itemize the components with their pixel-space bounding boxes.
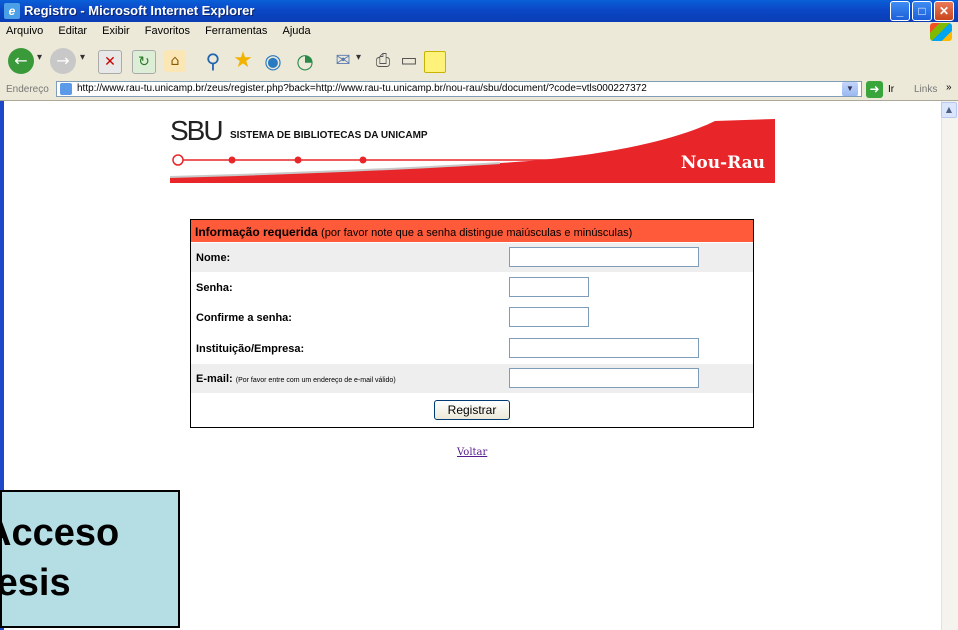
messenger-note-icon[interactable] — [424, 51, 446, 73]
back-icon[interactable]: ← — [8, 48, 34, 74]
title-bar: e Registro - Microsoft Internet Explorer… — [0, 0, 958, 22]
vertical-scrollbar[interactable]: ▲ — [941, 101, 958, 630]
page-viewport: ▲ SBU SISTEMA DE BIBLIOTECAS DA UNICAMP … — [0, 101, 958, 630]
row-instituicao: Instituição/Empresa: — [191, 334, 753, 363]
address-label: Endereço — [6, 84, 49, 95]
mail-icon[interactable]: ✉ — [330, 48, 356, 74]
label-nome: Nome: — [196, 252, 231, 264]
window-title: Registro - Microsoft Internet Explorer — [24, 3, 255, 18]
stop-icon[interactable]: ✕ — [98, 50, 122, 74]
close-button[interactable]: ✕ — [934, 1, 954, 21]
sbu-banner: SBU SISTEMA DE BIBLIOTECAS DA UNICAMP No… — [170, 113, 775, 183]
registration-form: Informação requerida (por favor note que… — [190, 219, 754, 428]
label-senha: Senha: — [196, 282, 233, 294]
senha-input[interactable] — [509, 277, 589, 297]
menu-arquivo[interactable]: Arquivo — [0, 22, 49, 37]
row-nome: Nome: — [191, 243, 753, 272]
address-bar: Endereço http://www.rau-tu.unicamp.br/ze… — [0, 80, 958, 101]
menu-bar: Arquivo Editar Exibir Favoritos Ferramen… — [0, 22, 958, 43]
label-email-text: E-mail: — [196, 373, 233, 385]
refresh-icon[interactable]: ↻ — [132, 50, 156, 74]
label-instituicao: Instituição/Empresa: — [196, 343, 305, 355]
forward-icon[interactable]: → — [50, 48, 76, 74]
menu-exibir[interactable]: Exibir — [96, 22, 136, 37]
address-dropdown-icon[interactable]: ▼ — [842, 82, 858, 96]
home-icon[interactable]: ⌂ — [164, 50, 186, 72]
forward-dropdown-icon[interactable]: ▾ — [80, 52, 85, 63]
address-url[interactable]: http://www.rau-tu.unicamp.br/zeus/regist… — [77, 83, 647, 94]
confirme-senha-input[interactable] — [509, 307, 589, 327]
address-input[interactable]: http://www.rau-tu.unicamp.br/zeus/regist… — [56, 81, 862, 97]
links-button[interactable]: Links — [914, 84, 937, 95]
form-header-bold: Informação requerida — [195, 225, 318, 239]
edit-icon[interactable]: ▭ — [396, 48, 422, 74]
overlay-line-2: tesis — [2, 562, 71, 604]
back-dropdown-icon[interactable]: ▾ — [37, 52, 42, 63]
maximize-button[interactable]: □ — [912, 1, 932, 21]
print-icon[interactable]: ⎙ — [370, 48, 396, 74]
go-arrow-icon[interactable]: ➜ — [866, 81, 883, 98]
mail-dropdown-icon[interactable]: ▾ — [356, 52, 361, 63]
history-icon[interactable]: ◔ — [292, 48, 318, 74]
row-confirme: Confirme a senha: — [191, 303, 753, 332]
toolbar: ← ▾ → ▾ ✕ ↻ ⌂ ⚲ ★ ◉ ◔ ✉ ▾ ⎙ ▭ — [0, 42, 958, 81]
email-input[interactable] — [509, 368, 699, 388]
form-header: Informação requerida (por favor note que… — [191, 220, 753, 242]
nou-rau-brand: Nou-Rau — [680, 153, 765, 173]
minimize-button[interactable]: _ — [890, 1, 910, 21]
menu-ajuda[interactable]: Ajuda — [276, 22, 316, 37]
scroll-up-icon[interactable]: ▲ — [941, 102, 957, 118]
go-button[interactable]: Ir — [888, 84, 894, 95]
voltar-link[interactable]: Voltar — [457, 447, 487, 458]
menu-editar[interactable]: Editar — [52, 22, 93, 37]
registrar-button[interactable]: Registrar — [434, 400, 510, 420]
page-icon — [60, 83, 72, 95]
sbu-logo: SBU — [170, 115, 224, 146]
nome-input[interactable] — [509, 247, 699, 267]
search-icon[interactable]: ⚲ — [200, 48, 226, 74]
slide-overlay-box: Acceso tesis — [0, 490, 180, 628]
favorites-star-icon[interactable]: ★ — [230, 48, 256, 74]
ie-icon: e — [4, 3, 20, 19]
form-header-note: (por favor note que a senha distingue ma… — [321, 227, 633, 239]
email-hint: (Por favor entre com um endereço de e-ma… — [235, 377, 396, 384]
windows-logo-icon — [930, 23, 952, 41]
row-senha: Senha: — [191, 273, 753, 302]
menu-ferramentas[interactable]: Ferramentas — [199, 22, 273, 37]
label-confirme-senha: Confirme a senha: — [196, 312, 292, 324]
label-email: E-mail: (Por favor entre com um endereço… — [196, 373, 396, 385]
menu-favoritos[interactable]: Favoritos — [139, 22, 196, 37]
chevron-right-icon[interactable]: » — [946, 82, 952, 93]
overlay-line-1: Acceso — [2, 512, 120, 554]
instituicao-input[interactable] — [509, 338, 699, 358]
form-header-title: Informação requerida (por favor note que… — [195, 225, 632, 239]
row-email: E-mail: (Por favor entre com um endereço… — [191, 364, 753, 393]
media-icon[interactable]: ◉ — [260, 48, 286, 74]
banner-subtitle: SISTEMA DE BIBLIOTECAS DA UNICAMP — [230, 130, 428, 141]
